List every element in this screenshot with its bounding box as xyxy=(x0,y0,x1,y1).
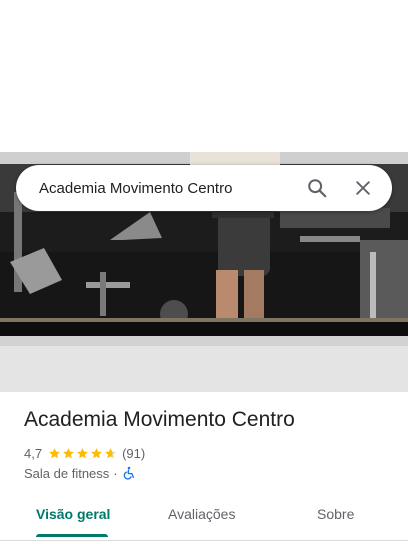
star-icon xyxy=(63,447,74,458)
blank-top-area xyxy=(0,0,408,152)
active-tab-indicator xyxy=(36,534,108,537)
wheelchair-accessible-icon xyxy=(123,466,134,480)
tab-reviews[interactable]: Avaliações xyxy=(168,494,235,534)
search-bar[interactable]: Academia Movimento Centro xyxy=(16,165,392,211)
place-tabs: Visão geral Avaliações Sobre xyxy=(0,494,408,541)
category-row: Sala de fitness · xyxy=(24,464,136,482)
search-button[interactable] xyxy=(304,175,330,201)
tab-about[interactable]: Sobre xyxy=(317,494,354,534)
clear-search-button[interactable] xyxy=(350,175,376,201)
star-icon xyxy=(105,447,116,458)
separator-dot: · xyxy=(113,465,118,481)
star-icon xyxy=(49,447,60,458)
close-icon xyxy=(356,181,370,195)
place-title: Academia Movimento Centro xyxy=(24,408,295,431)
review-count[interactable]: (91) xyxy=(122,446,145,461)
rating-row[interactable]: 4,7 (91) xyxy=(24,444,145,462)
star-icon xyxy=(91,447,102,458)
search-input[interactable]: Academia Movimento Centro xyxy=(39,180,304,197)
search-icon xyxy=(308,179,327,198)
place-category: Sala de fitness xyxy=(24,465,110,481)
star-rating xyxy=(48,447,118,460)
tab-overview[interactable]: Visão geral xyxy=(36,494,110,534)
star-icon xyxy=(77,447,88,458)
rating-value: 4,7 xyxy=(24,445,43,461)
